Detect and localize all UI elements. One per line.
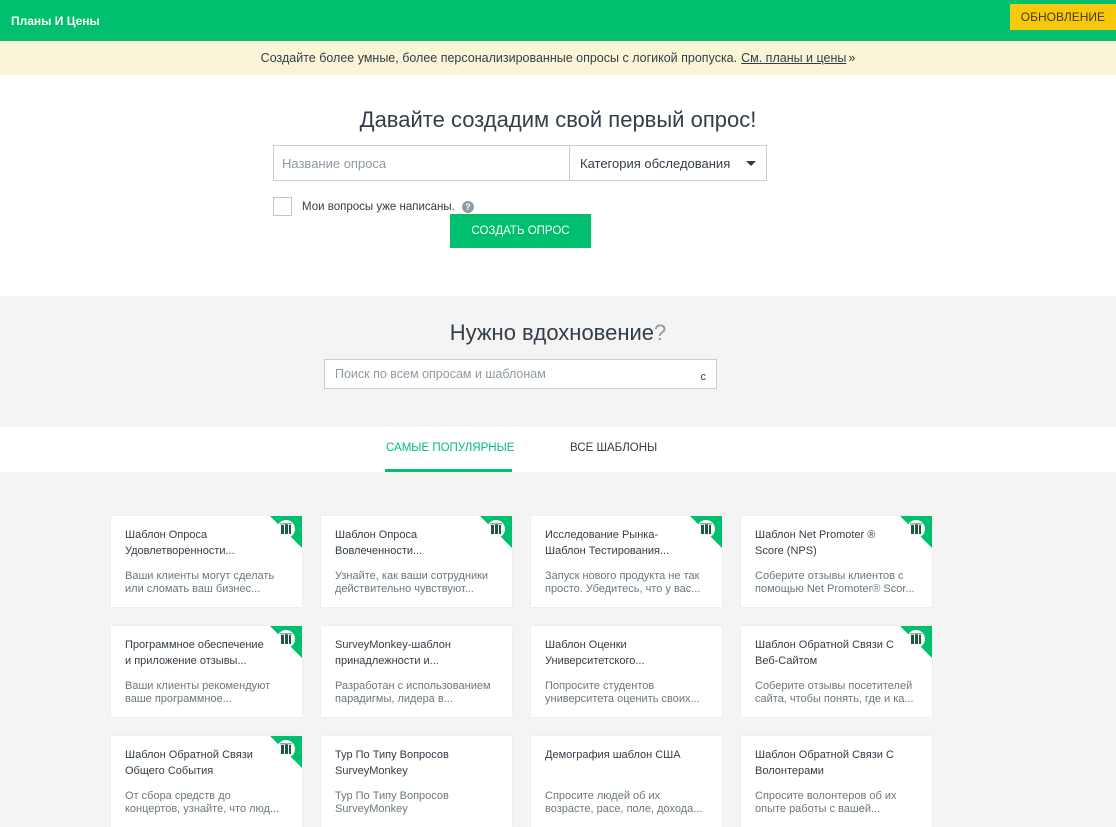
page-title: Давайте создадим свой первый опрос! (359, 107, 757, 132)
create-survey-button[interactable]: СОЗДАТЬ ОПРОС (450, 214, 591, 248)
template-card[interactable]: Шаблон Обратной Связи С Веб-Сайтом Собери… (741, 626, 932, 717)
category-label: Категория обследования (580, 155, 731, 171)
template-description: Попросите студентов университета оценить… (545, 680, 700, 705)
create-survey-section: Давайте создадим свой первый опрос! Кате… (0, 75, 1116, 296)
plans-and-pricing-link[interactable]: Планы И Цены (11, 14, 100, 28)
template-card[interactable]: Тур По Типу Вопросов SurveyMonkey Тур По … (321, 736, 512, 827)
certified-template-badge-icon (270, 736, 302, 768)
promo-arrow: » (848, 51, 856, 65)
template-description: Ваши клиенты рекомендуют ваше программно… (125, 680, 271, 705)
certified-template-badge-icon (900, 516, 932, 548)
template-search: с (324, 359, 717, 389)
questions-written-checkbox[interactable] (273, 197, 292, 216)
promo-text: Создайте более умные, более персонализир… (260, 51, 738, 65)
certified-template-badge-icon (900, 626, 932, 658)
template-title: Шаблон Обратной Связи С Веб-Сайтом (755, 639, 894, 667)
template-card[interactable]: Исследование Рынка-Шаблон Тестирования..… (531, 516, 722, 607)
template-title: Шаблон Обратной Связи С Волонтерами (755, 749, 894, 777)
template-tabs: САМЫЕ ПОПУЛЯРНЫЕ ВСЕ ШАБЛОНЫ (0, 427, 1116, 472)
top-bar: Планы И Цены ОБНОВЛЕНИЕ (0, 0, 1116, 41)
inspiration-heading-text: Нужно вдохновение (449, 320, 655, 345)
template-title: Демография шаблон США (545, 749, 681, 761)
template-grid: Шаблон Опроса Удовлетворенности... Ваши к… (111, 516, 932, 827)
template-title: Шаблон Обратной Связи Общего События (125, 749, 253, 777)
template-card[interactable]: Шаблон Обратной Связи Общего События От с… (111, 736, 302, 827)
template-title: Шаблон Оценки Университетского... (545, 639, 645, 667)
template-description: Соберите отзывы посетителей сайта, чтобы… (755, 680, 914, 705)
template-card[interactable]: Шаблон Оценки Университетского... Попроси… (531, 626, 722, 717)
template-card[interactable]: Шаблон Опроса Удовлетворенности... Ваши к… (111, 516, 302, 607)
template-description: Ваши клиенты могут сделать или сломать в… (125, 570, 275, 595)
search-input[interactable] (335, 367, 675, 381)
see-plans-link[interactable]: См. планы и цены (741, 51, 846, 65)
certified-template-badge-icon (690, 516, 722, 548)
template-description: Узнайте, как ваши сотрудники действитель… (335, 570, 489, 595)
template-card[interactable]: Шаблон Net Promoter ® Score (NPS) Соберит… (741, 516, 932, 607)
template-title: Исследование Рынка-Шаблон Тестирования..… (545, 529, 670, 557)
template-description: Спросите волонтеров об их опыте работы с… (755, 790, 897, 815)
template-description: Спросите людей об их возрасте, расе, пол… (545, 790, 703, 815)
template-card[interactable]: Шаблон Опроса Вовлеченности... Узнайте, к… (321, 516, 512, 607)
promo-banner: Создайте более умные, более персонализир… (0, 41, 1116, 75)
template-title: Шаблон Опроса Удовлетворенности... (125, 529, 235, 557)
template-card[interactable]: SurveyMonkey-шаблон принадлежности и... Р… (321, 626, 512, 717)
template-title: Шаблон Опроса Вовлеченности... (335, 529, 423, 557)
tab-all-templates[interactable]: ВСЕ ШАБЛОНЫ (570, 442, 657, 454)
certified-template-badge-icon (270, 516, 302, 548)
tab-most-popular[interactable]: САМЫЕ ПОПУЛЯРНЫЕ (386, 442, 514, 454)
active-tab-indicator (385, 469, 512, 472)
chevron-down-icon (746, 160, 756, 166)
template-card[interactable]: Демография шаблон США Спросите людей об и… (531, 736, 722, 827)
inspiration-question-mark: ? (654, 320, 667, 345)
help-icon[interactable]: ? (461, 200, 474, 213)
upgrade-button[interactable]: ОБНОВЛЕНИЕ (1009, 4, 1116, 30)
inspiration-section: Нужно вдохновение? с (0, 296, 1116, 427)
questions-written-label: Мои вопросы уже написаны. (302, 200, 455, 213)
template-title: Тур По Типу Вопросов SurveyMonkey (335, 749, 449, 777)
inspiration-heading: Нужно вдохновение? (0, 320, 1116, 346)
survey-title-input[interactable] (274, 146, 570, 180)
template-card[interactable]: Программное обеспечение и приложение отз… (111, 626, 302, 717)
template-description: Запуск нового продукта не так просто. Уб… (545, 570, 701, 595)
template-title: Шаблон Net Promoter ® Score (NPS) (755, 529, 876, 557)
template-title: Программное обеспечение и приложение отз… (125, 639, 264, 667)
survey-category-select[interactable]: Категория обследования (570, 146, 766, 180)
template-description: Соберите отзывы клиентов с помощью Net P… (755, 570, 915, 595)
template-description: Разработан с использованием парадигмы, л… (335, 680, 491, 705)
certified-template-badge-icon (480, 516, 512, 548)
create-form-row: Категория обследования (273, 145, 767, 181)
search-icon[interactable]: с (701, 371, 707, 383)
template-description: От сбора средств до концертов, узнайте, … (125, 790, 280, 815)
template-description: Тур По Типу Вопросов SurveyMonkey (335, 790, 449, 815)
template-card[interactable]: Шаблон Обратной Связи С Волонтерами Спрос… (741, 736, 932, 827)
certified-template-badge-icon (270, 626, 302, 658)
questions-written-row: Мои вопросы уже написаны. ? (273, 197, 474, 216)
template-title: SurveyMonkey-шаблон принадлежности и... (335, 639, 451, 667)
